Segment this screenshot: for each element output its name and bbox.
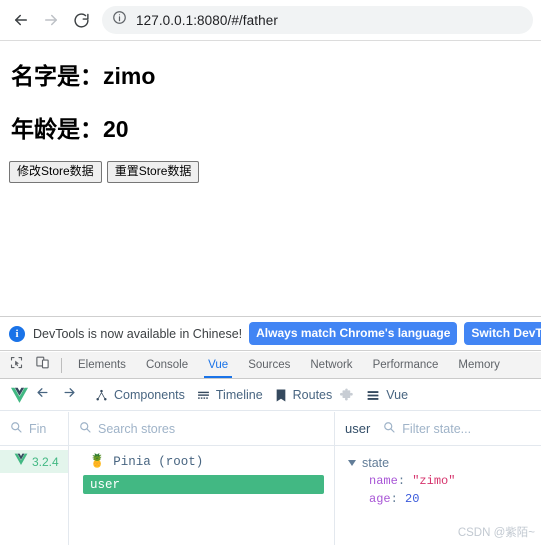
vue-version-item[interactable]: 3.2.4 bbox=[0, 450, 68, 473]
page-viewport: 名字是：zimo 年龄是：20 修改Store数据 重置Store数据 bbox=[0, 41, 541, 316]
find-placeholder: Fin bbox=[29, 421, 47, 436]
reload-icon bbox=[73, 12, 90, 29]
pinia-store-list: 🍍 Pinia (root) user bbox=[68, 446, 334, 545]
vue-tab-components[interactable]: Components bbox=[95, 388, 185, 402]
vue-tab-vuex[interactable]: Vue bbox=[366, 388, 408, 402]
vue-panel-body: 3.2.4 🍍 Pinia (root) user state name: "z… bbox=[0, 446, 541, 545]
action-button-row: 修改Store数据 重置Store数据 bbox=[9, 161, 200, 184]
info-icon: i bbox=[9, 325, 25, 342]
store-item-label: user bbox=[90, 477, 121, 492]
component-tree-icon bbox=[95, 389, 108, 402]
name-heading: 名字是：zimo bbox=[11, 63, 156, 89]
vue-version-label: 3.2.4 bbox=[32, 454, 59, 469]
inspect-cursor-icon bbox=[9, 355, 24, 375]
tab-network[interactable]: Network bbox=[300, 352, 362, 378]
state-section-label: state bbox=[362, 456, 390, 470]
puzzle-piece-icon[interactable] bbox=[339, 387, 354, 403]
vue-logo-icon bbox=[14, 453, 28, 471]
toolbar-divider bbox=[61, 357, 62, 373]
list-rows-icon bbox=[366, 389, 380, 402]
state-value: 20 bbox=[405, 492, 420, 506]
tab-vue[interactable]: Vue bbox=[198, 352, 238, 378]
search-stores-placeholder: Search stores bbox=[98, 421, 176, 436]
arrow-right-icon bbox=[42, 11, 60, 29]
state-panel-header: user Filter state... bbox=[334, 412, 541, 445]
filter-state-input[interactable]: Filter state... bbox=[383, 421, 471, 436]
vue-devtools-toolbar: Components Timeline Routes Vue bbox=[0, 380, 541, 411]
arrow-right-icon bbox=[62, 385, 77, 405]
tab-performance[interactable]: Performance bbox=[363, 352, 449, 378]
pinia-root-item[interactable]: 🍍 Pinia (root) bbox=[69, 451, 334, 472]
state-value: "zimo" bbox=[412, 474, 456, 488]
tab-sources[interactable]: Sources bbox=[238, 352, 300, 378]
browser-toolbar: 127.0.0.1:8080/#/father bbox=[0, 0, 541, 41]
url-text: 127.0.0.1:8080/#/father bbox=[136, 12, 278, 28]
pineapple-icon: 🍍 bbox=[89, 454, 106, 469]
always-match-language-button[interactable]: Always match Chrome's language bbox=[249, 321, 458, 346]
reset-store-button[interactable]: 重置Store数据 bbox=[106, 161, 200, 184]
state-colon: : bbox=[390, 492, 406, 506]
state-entry-age[interactable]: age: 20 bbox=[335, 490, 541, 508]
vue-tab-components-label: Components bbox=[114, 388, 185, 402]
reload-button[interactable] bbox=[66, 5, 96, 35]
tab-memory[interactable]: Memory bbox=[448, 352, 510, 378]
devtools-tab-bar: Elements Console Vue Sources Network Per… bbox=[0, 352, 541, 379]
vue-tab-routes-label: Routes bbox=[292, 388, 333, 402]
pinia-root-label: Pinia (root) bbox=[113, 454, 204, 469]
arrow-left-icon bbox=[35, 385, 50, 405]
chevron-down-icon bbox=[348, 460, 356, 466]
inspect-element-button[interactable] bbox=[3, 352, 29, 378]
vue-logo-icon bbox=[10, 387, 29, 404]
address-bar[interactable]: 127.0.0.1:8080/#/father bbox=[102, 6, 533, 34]
state-entry-name[interactable]: name: "zimo" bbox=[335, 472, 541, 490]
vue-forward-button[interactable] bbox=[56, 382, 83, 409]
vue-version-column: 3.2.4 bbox=[0, 446, 68, 545]
vue-back-button[interactable] bbox=[29, 382, 56, 409]
state-inspector: state name: "zimo" age: 20 CSDN @紫陌~ bbox=[334, 446, 541, 545]
notice-message: DevTools is now available in Chinese! bbox=[33, 326, 243, 341]
modify-store-button[interactable]: 修改Store数据 bbox=[9, 161, 102, 184]
vue-panel-search-row: Fin Search stores user Filter state... bbox=[0, 412, 541, 446]
search-stores-input[interactable]: Search stores bbox=[68, 412, 334, 445]
arrow-left-icon bbox=[12, 11, 30, 29]
timeline-icon bbox=[197, 389, 210, 402]
search-icon bbox=[79, 421, 91, 436]
vue-tab-vuex-label: Vue bbox=[386, 388, 409, 402]
watermark: CSDN @紫陌~ bbox=[457, 527, 535, 539]
vue-tab-timeline[interactable]: Timeline bbox=[197, 388, 263, 402]
selected-store-name: user bbox=[345, 421, 371, 436]
store-item-user[interactable]: user bbox=[83, 475, 324, 494]
search-icon bbox=[10, 421, 22, 436]
age-heading: 年龄是：20 bbox=[11, 116, 129, 142]
tab-console[interactable]: Console bbox=[136, 352, 198, 378]
switch-devtools-language-button[interactable]: Switch DevTools to C bbox=[464, 321, 541, 346]
vue-tab-routes[interactable]: Routes bbox=[275, 388, 333, 402]
devtools-language-notice: i DevTools is now available in Chinese! … bbox=[0, 316, 541, 351]
state-key: name bbox=[369, 474, 398, 488]
forward-button[interactable] bbox=[36, 5, 66, 35]
device-toolbar-button[interactable] bbox=[29, 352, 55, 378]
find-component-input[interactable]: Fin bbox=[0, 412, 68, 445]
book-icon bbox=[275, 389, 287, 402]
state-section-toggle[interactable]: state bbox=[335, 454, 541, 472]
tab-elements[interactable]: Elements bbox=[68, 352, 136, 378]
browser-window: 127.0.0.1:8080/#/father 名字是：zimo 年龄是：20 … bbox=[0, 0, 541, 545]
back-button[interactable] bbox=[6, 5, 36, 35]
state-key: age bbox=[369, 492, 391, 506]
vue-tab-timeline-label: Timeline bbox=[215, 388, 263, 402]
search-icon bbox=[383, 421, 395, 436]
device-toggle-icon bbox=[35, 355, 50, 375]
state-colon: : bbox=[397, 474, 413, 488]
filter-state-placeholder: Filter state... bbox=[402, 421, 472, 436]
info-circle-icon[interactable] bbox=[112, 10, 127, 30]
